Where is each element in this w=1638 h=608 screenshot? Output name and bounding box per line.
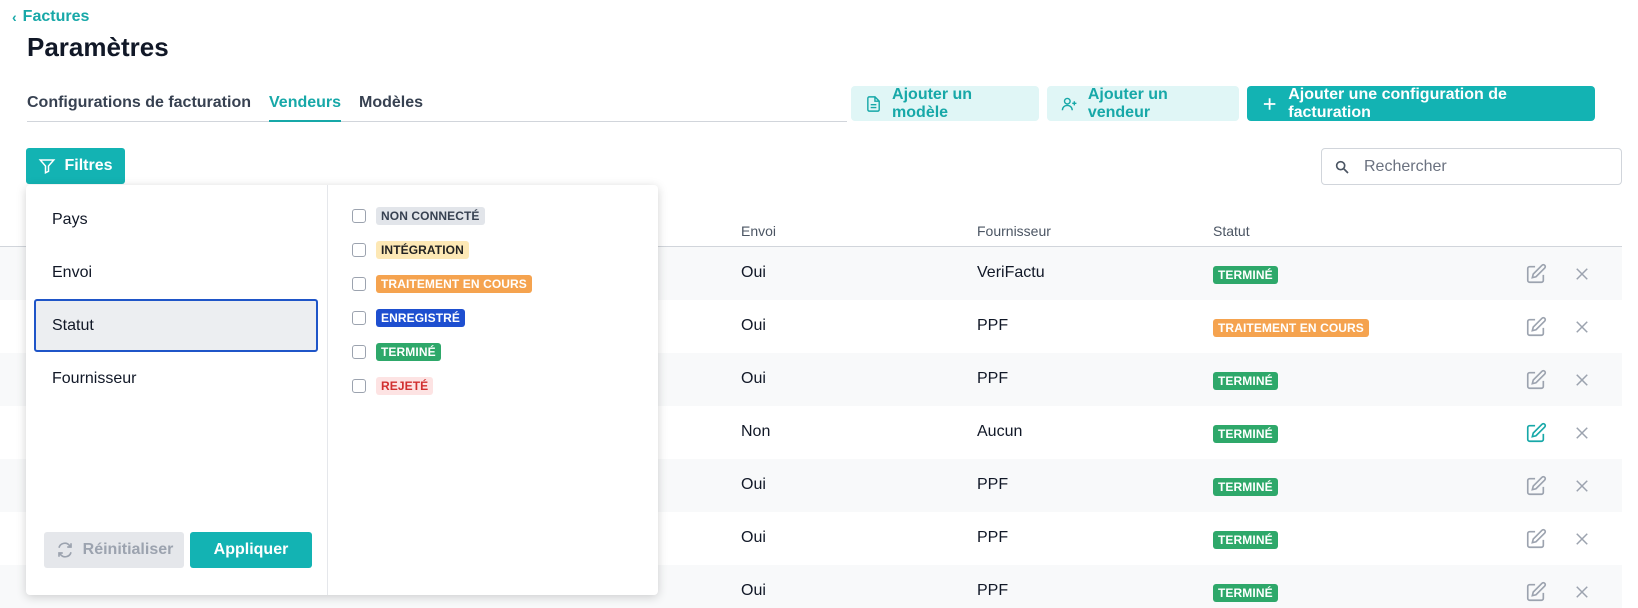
cell-fournisseur: PPF (977, 476, 1009, 493)
filter-option[interactable]: ENREGISTRÉ (352, 309, 466, 327)
filter-category-envoi[interactable]: Envoi (34, 246, 318, 299)
filter-category-fournisseur[interactable]: Fournisseur (34, 352, 318, 405)
checkbox[interactable] (352, 209, 366, 223)
status-badge: NON CONNECTÉ (376, 207, 485, 225)
edit-icon[interactable] (1525, 528, 1547, 550)
filter-dropdown: Pays Envoi Statut Fournisseur Réinitiali… (26, 185, 658, 595)
checkbox[interactable] (352, 277, 366, 291)
add-model-button[interactable]: Ajouter un modèle (851, 86, 1039, 121)
checkbox[interactable] (352, 311, 366, 325)
reset-button[interactable]: Réinitialiser (44, 532, 184, 568)
filters-label: Filtres (64, 157, 113, 174)
status-badge: TERMINÉ (1213, 531, 1278, 549)
filter-option[interactable]: INTÉGRATION (352, 241, 469, 259)
cell-envoi: Oui (741, 264, 766, 281)
tab-vendeurs[interactable]: Vendeurs (269, 86, 342, 122)
close-icon[interactable] (1573, 530, 1591, 548)
filter-option[interactable]: TERMINÉ (352, 343, 441, 361)
add-config-label: Ajouter une configuration de facturation (1288, 85, 1507, 121)
filter-category-pays[interactable]: Pays (34, 193, 318, 246)
close-icon[interactable] (1573, 318, 1591, 336)
close-icon[interactable] (1573, 583, 1591, 601)
status-badge: REJETÉ (376, 377, 434, 395)
column-header-statut[interactable]: Statut (1213, 223, 1250, 239)
close-icon[interactable] (1573, 371, 1591, 389)
column-header-fournisseur[interactable]: Fournisseur (977, 223, 1051, 239)
close-icon[interactable] (1573, 265, 1591, 283)
breadcrumb-link-factures[interactable]: Factures (23, 8, 90, 26)
cell-fournisseur: VeriFactu (977, 264, 1045, 281)
status-badge: INTÉGRATION (376, 241, 469, 259)
filter-option[interactable]: REJETÉ (352, 377, 434, 395)
status-badge: TERMINÉ (1213, 425, 1278, 443)
close-icon[interactable] (1573, 477, 1591, 495)
cell-fournisseur: PPF (977, 317, 1009, 334)
filter-option[interactable]: NON CONNECTÉ (352, 207, 485, 225)
add-vendor-button[interactable]: Ajouter un vendeur (1047, 86, 1239, 121)
filter-categories: Pays Envoi Statut Fournisseur Réinitiali… (26, 185, 328, 595)
cell-envoi: Oui (741, 582, 766, 599)
status-badge: TERMINÉ (1213, 584, 1278, 602)
checkbox[interactable] (352, 345, 366, 359)
add-model-label: Ajouter un modèle (892, 85, 973, 121)
cell-fournisseur: PPF (977, 529, 1009, 546)
cell-envoi: Oui (741, 370, 766, 387)
filter-option[interactable]: TRAITEMENT EN COURS (352, 275, 532, 293)
status-badge: TRAITEMENT EN COURS (1213, 319, 1369, 337)
edit-icon[interactable] (1525, 369, 1547, 391)
tab-configurations[interactable]: Configurations de facturation (27, 86, 251, 122)
cell-fournisseur: PPF (977, 370, 1009, 387)
cell-envoi: Oui (741, 317, 766, 334)
status-badge: TERMINÉ (376, 343, 441, 361)
user-plus-icon (1061, 97, 1077, 110)
search-input[interactable] (1364, 157, 1604, 176)
reset-label: Réinitialiser (82, 541, 174, 558)
refresh-icon (57, 542, 72, 558)
status-badge: TERMINÉ (1213, 478, 1278, 496)
search-box[interactable] (1321, 148, 1622, 185)
filters-button[interactable]: Filtres (26, 148, 125, 184)
status-badge: TERMINÉ (1213, 372, 1278, 390)
status-badge: TRAITEMENT EN COURS (376, 275, 532, 293)
plus-icon (1263, 97, 1276, 110)
edit-icon[interactable] (1525, 475, 1547, 497)
filter-category-statut[interactable]: Statut (34, 299, 318, 352)
tab-modeles[interactable]: Modèles (359, 86, 423, 122)
status-badge: TERMINÉ (1213, 266, 1278, 284)
edit-icon[interactable] (1525, 422, 1547, 444)
chevron-left-icon: ‹ (12, 9, 17, 25)
checkbox[interactable] (352, 243, 366, 257)
close-icon[interactable] (1573, 424, 1591, 442)
apply-button[interactable]: Appliquer (190, 532, 312, 568)
cell-envoi: Non (741, 423, 771, 440)
checkbox[interactable] (352, 379, 366, 393)
search-icon (1335, 160, 1349, 174)
document-icon (867, 95, 880, 112)
filter-icon (39, 159, 56, 174)
tabs: Configurations de facturation Vendeurs M… (27, 86, 847, 122)
cell-fournisseur: PPF (977, 582, 1009, 599)
edit-icon[interactable] (1525, 581, 1547, 603)
cell-envoi: Oui (741, 529, 766, 546)
edit-icon[interactable] (1525, 316, 1547, 338)
status-badge: ENREGISTRÉ (376, 309, 466, 327)
breadcrumb[interactable]: ‹ Factures (12, 8, 89, 26)
filter-options: NON CONNECTÉ INTÉGRATION TRAITEMENT EN C… (328, 185, 658, 595)
edit-icon[interactable] (1525, 263, 1547, 285)
page-title: Paramètres (27, 32, 169, 62)
add-vendor-label: Ajouter un vendeur (1087, 85, 1168, 121)
column-header-envoi[interactable]: Envoi (741, 223, 776, 239)
cell-fournisseur: Aucun (977, 423, 1023, 440)
cell-envoi: Oui (741, 476, 766, 493)
add-config-button[interactable]: Ajouter une configuration de facturation (1247, 86, 1595, 121)
